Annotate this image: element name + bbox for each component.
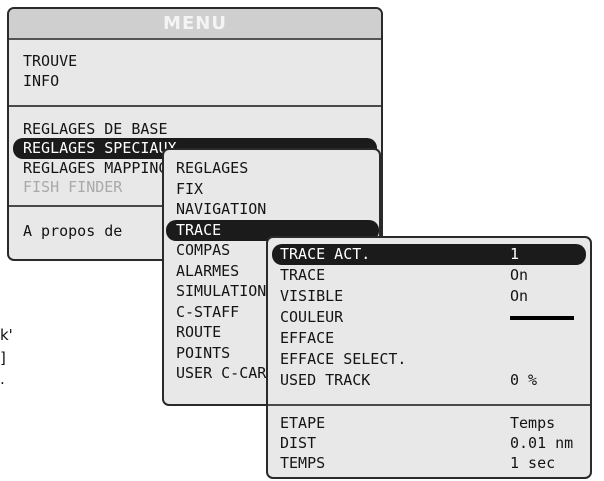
- dist-value: 0.01 nm: [510, 434, 574, 452]
- submenu-item-fix[interactable]: FIX: [166, 179, 376, 200]
- trace-row-dist[interactable]: DIST 0.01 nm: [272, 433, 586, 454]
- efface-label: EFFACE: [280, 329, 335, 347]
- submenu-item-navigation[interactable]: NAVIGATION: [166, 199, 376, 220]
- menu-title: MENU: [9, 9, 381, 40]
- trace-row-used-track[interactable]: USED TRACK 0 %: [272, 370, 586, 391]
- visible-value: On: [510, 287, 529, 305]
- efface-select-label: EFFACE SELECT.: [280, 350, 407, 368]
- trace-row-etape[interactable]: ETAPE Temps: [272, 413, 586, 434]
- couleur-label: COULEUR: [280, 308, 344, 326]
- temps-value: 1 sec: [510, 454, 556, 472]
- trace-row-visible[interactable]: VISIBLE On: [272, 286, 586, 307]
- submenu-item-reglages[interactable]: REGLAGES: [166, 158, 376, 179]
- trace-value: On: [510, 266, 529, 284]
- side-note-3: .: [0, 370, 5, 388]
- visible-label: VISIBLE: [280, 287, 344, 305]
- trace-row-trace-act[interactable]: TRACE ACT. 1: [272, 244, 586, 265]
- trace-settings-panel: TRACE ACT. 1 TRACE On VISIBLE On COULEUR…: [266, 236, 592, 479]
- etape-label: ETAPE: [280, 414, 326, 432]
- side-note-2: ]: [0, 349, 6, 367]
- etape-value: Temps: [510, 414, 556, 432]
- trace-row-efface-select[interactable]: EFFACE SELECT.: [272, 349, 586, 370]
- dist-label: DIST: [280, 434, 317, 452]
- menu-item-info[interactable]: INFO: [13, 71, 373, 92]
- trace-act-label: TRACE ACT.: [280, 245, 371, 263]
- menu-item-trouve[interactable]: TROUVE: [13, 51, 373, 72]
- used-track-value: 0 %: [510, 371, 538, 389]
- trace-row-trace[interactable]: TRACE On: [272, 265, 586, 286]
- menu-divider: [9, 105, 381, 107]
- temps-label: TEMPS: [280, 454, 326, 472]
- menu-item-reglages-base[interactable]: REGLAGES DE BASE: [13, 119, 373, 140]
- used-track-label: USED TRACK: [280, 371, 371, 389]
- trace-act-value: 1: [510, 245, 520, 263]
- trace-divider: [268, 404, 590, 406]
- couleur-swatch: [510, 316, 574, 320]
- trace-row-efface[interactable]: EFFACE: [272, 328, 586, 349]
- trace-row-temps[interactable]: TEMPS 1 sec: [272, 453, 586, 474]
- trace-label: TRACE: [280, 266, 326, 284]
- trace-row-couleur[interactable]: COULEUR: [272, 307, 586, 328]
- side-note-1: k': [0, 326, 13, 344]
